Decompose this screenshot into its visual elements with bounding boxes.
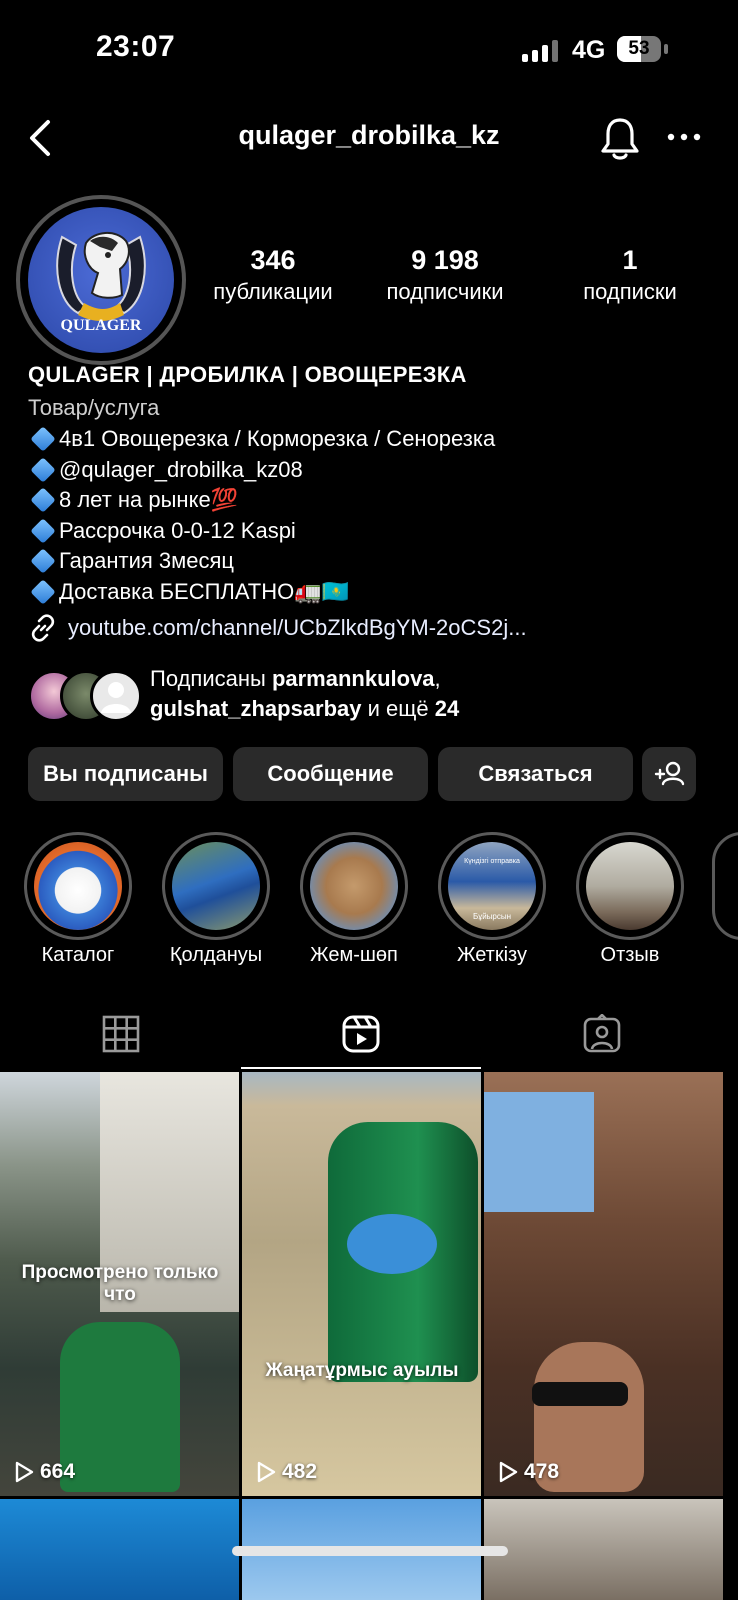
- profile-avatar[interactable]: QULAGER: [28, 207, 174, 353]
- bio-line: Гарантия 3месяц: [28, 546, 718, 577]
- blue-diamond-icon: [30, 487, 56, 513]
- reel-tile[interactable]: [484, 1499, 723, 1600]
- bio-line-text: 4в1 Овощерезка / Корморезка / Сенорезка: [59, 426, 496, 451]
- reel-tile[interactable]: [0, 1499, 239, 1600]
- back-arrow-icon[interactable]: [22, 118, 62, 158]
- status-time: 23:07: [96, 30, 176, 63]
- bio-line-text: Доставка БЕСПЛАТНО🚛🇰🇿: [59, 578, 350, 604]
- blue-diamond-icon: [30, 579, 56, 605]
- bio-line: Рассрочка 0-0-12 Kaspi: [28, 516, 718, 547]
- highlight-usage[interactable]: [162, 832, 270, 940]
- suggest-people-button[interactable]: [642, 747, 696, 801]
- bio-line-text: Гарантия 3месяц: [59, 548, 235, 573]
- highlight-label[interactable]: Жем-шөп: [284, 944, 424, 967]
- bio-line-text: 8 лет на рынке💯: [59, 487, 239, 512]
- cellular-signal-icon: [522, 38, 558, 62]
- followed-by-text[interactable]: Подписаны parmannkulova, gulshat_zhapsar…: [150, 664, 459, 724]
- blue-diamond-icon: [30, 518, 56, 544]
- highlight-delivery[interactable]: Күндізгі отправка Бұйырсын: [438, 832, 546, 940]
- more-options-icon[interactable]: [666, 122, 702, 152]
- battery-cap: [664, 44, 668, 54]
- following-button[interactable]: Вы подписаны: [28, 747, 223, 801]
- add-person-icon: [654, 761, 685, 786]
- bio-mention-link[interactable]: @qulager_drobilka_kz08: [59, 455, 303, 486]
- profile-display-name: QULAGER | ДРОБИЛКА | ОВОЩЕРЕЗКА: [28, 362, 467, 387]
- play-icon: [499, 1461, 518, 1483]
- stat-posts[interactable]: 346 публикации: [193, 245, 353, 307]
- followed-by-user[interactable]: parmannkulova: [272, 666, 435, 691]
- blue-diamond-icon: [30, 548, 56, 574]
- followed-by-more-count[interactable]: 24: [435, 696, 459, 721]
- bio-line[interactable]: @qulager_drobilka_kz08: [28, 455, 718, 486]
- link-chain-icon: [31, 614, 55, 642]
- blue-diamond-icon: [30, 426, 56, 452]
- followed-by-separator: ,: [434, 666, 441, 691]
- contact-button[interactable]: Связаться: [438, 747, 633, 801]
- profile-external-link[interactable]: youtube.com/channel/UCbZlkdBgYM-2oCS2j..…: [28, 613, 527, 643]
- profile-username: qulager_drobilka_kz: [238, 120, 500, 150]
- highlight-cover-text: Бұйырсын: [472, 912, 512, 921]
- stat-following-count: 1: [622, 245, 638, 275]
- bio-line-text: Рассрочка 0-0-12 Kaspi: [59, 517, 296, 543]
- active-tab-indicator: [241, 1067, 481, 1069]
- bio-line: 4в1 Овощерезка / Корморезка / Сенорезка: [28, 424, 718, 455]
- followed-by-prefix: Подписаны: [150, 666, 266, 691]
- highlight-label[interactable]: Отзыв: [560, 944, 700, 967]
- reel-tile[interactable]: 478: [484, 1072, 723, 1496]
- stat-following-label: подписки: [583, 279, 677, 304]
- reel-views-count: 478: [524, 1460, 560, 1483]
- reels-tab-icon[interactable]: [341, 1014, 381, 1054]
- link-text[interactable]: youtube.com/channel/UCbZlkdBgYM-2oCS2j..…: [68, 615, 527, 641]
- highlight-label[interactable]: Каталог: [8, 944, 148, 967]
- network-type: 4G: [572, 36, 606, 64]
- play-icon: [15, 1461, 34, 1483]
- battery-percent: 53: [628, 38, 650, 59]
- notification-bell-icon[interactable]: [598, 116, 642, 162]
- home-indicator[interactable]: [232, 1546, 508, 1556]
- battery-icon: 53: [617, 36, 661, 62]
- highlight-reviews[interactable]: [576, 832, 684, 940]
- highlight-feed[interactable]: [300, 832, 408, 940]
- reel-views-count: 664: [40, 1460, 76, 1483]
- highlight-label[interactable]: Қолдануы: [146, 944, 286, 967]
- reel-overlay-text: Просмотрено только что: [21, 1262, 219, 1305]
- stat-followers-count: 9 198: [411, 245, 479, 275]
- reel-views: 482: [256, 1460, 317, 1484]
- follower-avatar-placeholder[interactable]: [90, 670, 142, 722]
- reel-tile[interactable]: Жаңатұрмыс ауылы 482: [242, 1072, 481, 1496]
- avatar-brand-text: QULAGER: [60, 317, 142, 334]
- default-user-icon: [101, 682, 131, 713]
- highlight-catalog[interactable]: [24, 832, 132, 940]
- message-button[interactable]: Сообщение: [233, 747, 428, 801]
- stat-followers[interactable]: 9 198 подписчики: [365, 245, 525, 307]
- stat-following[interactable]: 1 подписки: [550, 245, 710, 307]
- tagged-tab-icon[interactable]: [582, 1014, 622, 1054]
- stat-followers-label: подписчики: [386, 279, 504, 304]
- highlight-partial[interactable]: [712, 832, 738, 940]
- play-icon: [257, 1461, 276, 1483]
- stat-posts-count: 346: [250, 245, 296, 275]
- profile-category[interactable]: Товар/услуга: [28, 392, 718, 424]
- followed-by-more-prefix: и ещё: [367, 696, 429, 721]
- bio-line: Доставка БЕСПЛАТНО🚛🇰🇿: [28, 577, 718, 608]
- followed-by-user[interactable]: gulshat_zhapsarbay: [150, 696, 362, 721]
- highlight-cover-text: Күндізгі отправка: [464, 858, 520, 865]
- stat-posts-label: публикации: [213, 279, 333, 304]
- reel-overlay-text: Жаңатұрмыс ауылы: [265, 1360, 459, 1381]
- reel-tile[interactable]: Просмотрено только что 664: [0, 1072, 239, 1496]
- profile-bio: QULAGER | ДРОБИЛКА | ОВОЩЕРЕЗКА Товар/ус…: [28, 358, 718, 607]
- reel-views-count: 482: [282, 1460, 318, 1483]
- reel-views: 664: [14, 1460, 75, 1484]
- highlight-label[interactable]: Жеткізу: [422, 944, 562, 967]
- grid-tab-icon[interactable]: [101, 1014, 141, 1054]
- blue-diamond-icon: [30, 457, 56, 483]
- reel-views: 478: [498, 1460, 559, 1484]
- bio-line: 8 лет на рынке💯: [28, 485, 718, 516]
